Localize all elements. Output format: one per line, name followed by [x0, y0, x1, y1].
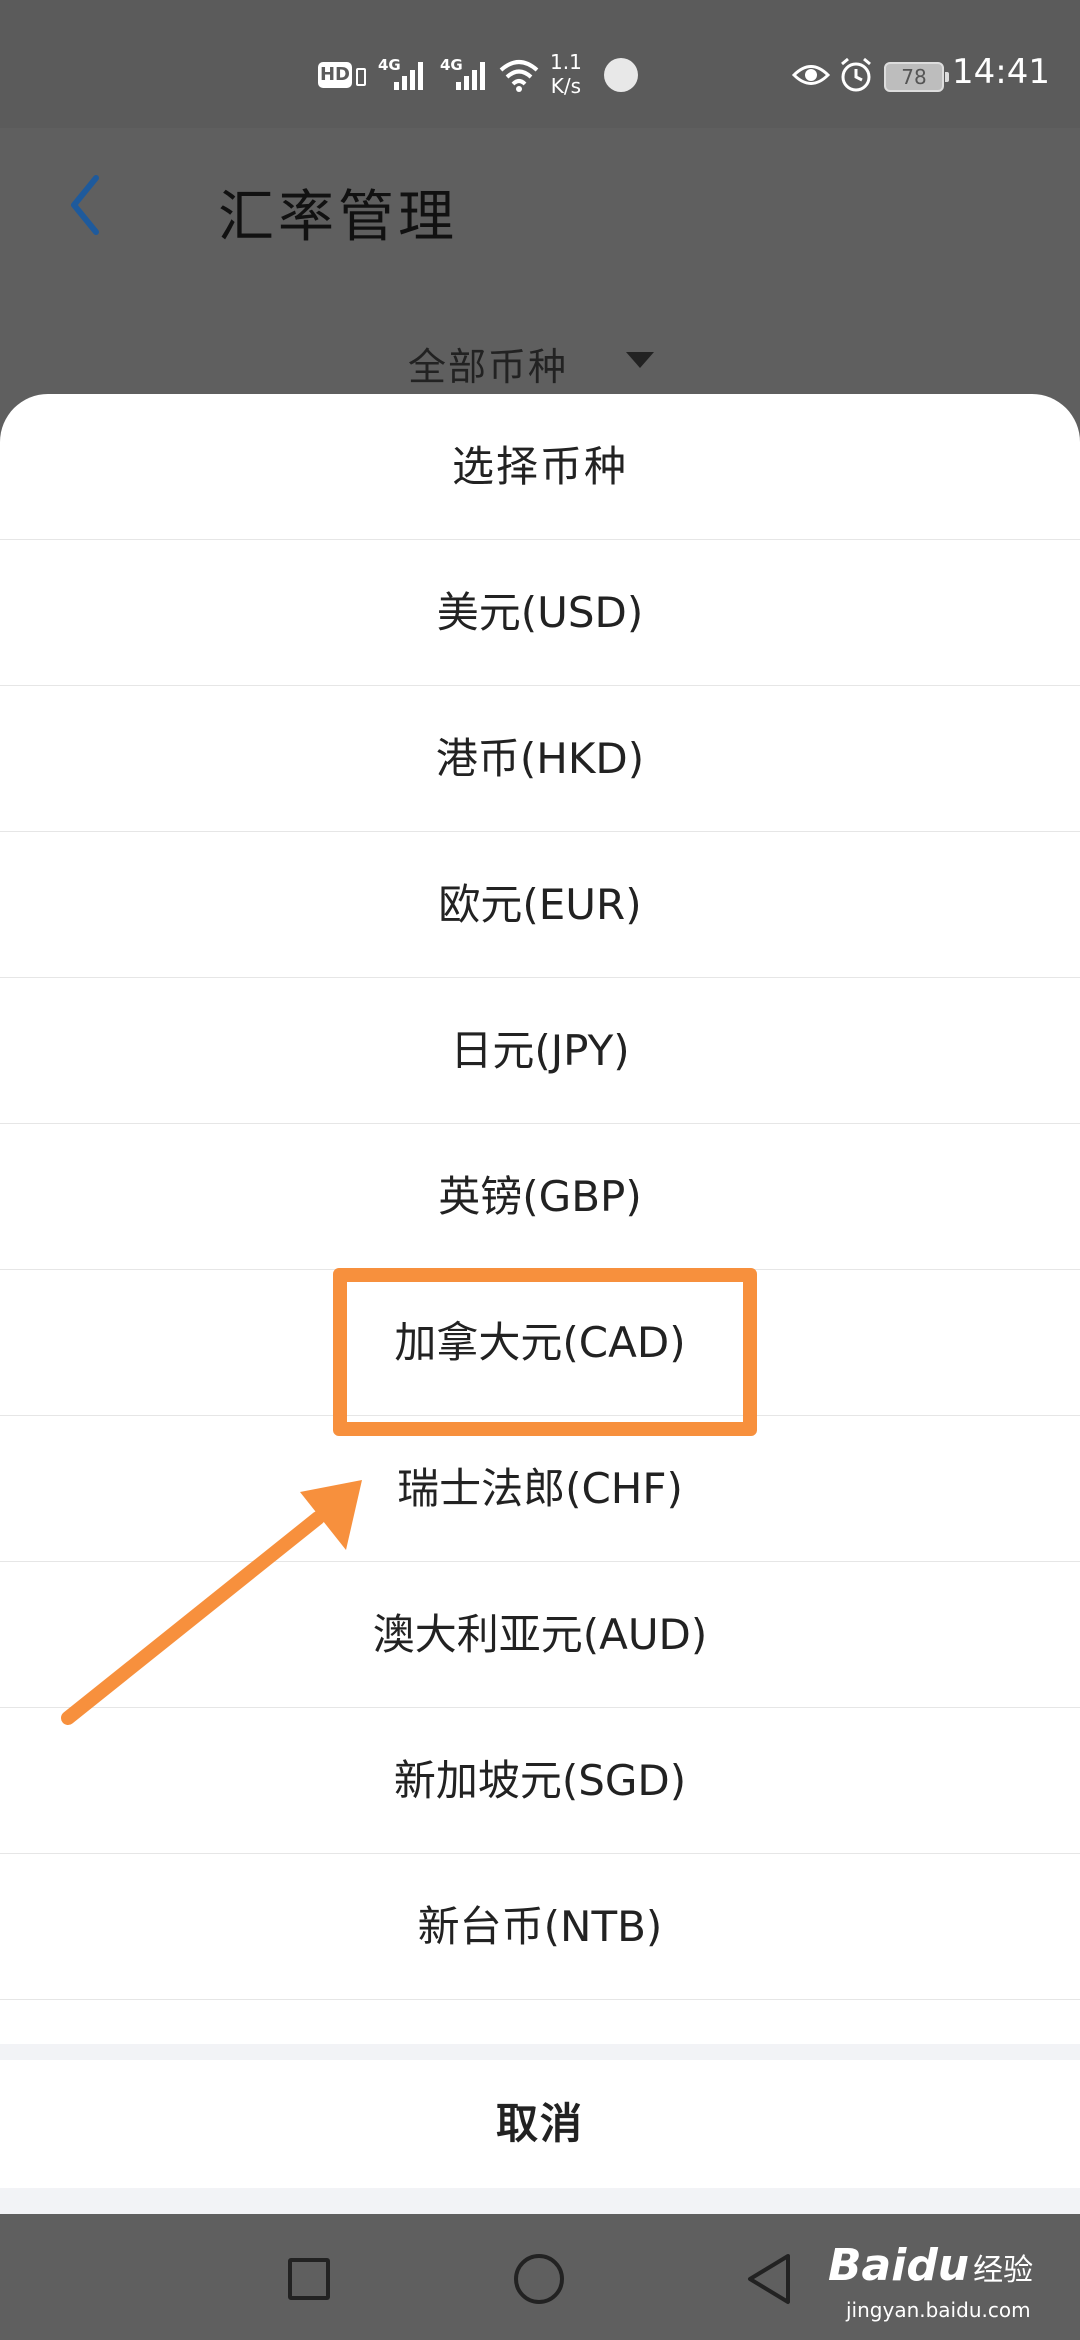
- assistant-icon: [604, 58, 638, 92]
- clock: 14:41: [952, 52, 1050, 92]
- watermark-logo: Bai: [828, 2240, 907, 2291]
- recent-apps-icon[interactable]: [288, 2258, 330, 2300]
- sheet-bottom-strip: [0, 2188, 1080, 2214]
- signal-icon-1: [394, 62, 423, 90]
- currency-option-gbp[interactable]: 英镑(GBP): [0, 1124, 1080, 1270]
- caret-down-icon: [626, 352, 654, 368]
- sim-icon: [356, 68, 366, 86]
- back-arrow-icon[interactable]: [62, 170, 112, 240]
- page-title: 汇率管理: [218, 185, 458, 250]
- currency-option-hkd[interactable]: 港币(HKD): [0, 686, 1080, 832]
- system-nav-bar: Baidu 经验 jingyan.baidu.com: [0, 2214, 1080, 2340]
- home-icon[interactable]: [514, 2254, 564, 2304]
- cancel-button[interactable]: 取消: [0, 2060, 1080, 2188]
- hd-voice-badge: HD: [318, 62, 352, 88]
- currency-option-jpy[interactable]: 日元(JPY): [0, 978, 1080, 1124]
- signal-icon-2: [456, 62, 485, 90]
- eye-comfort-icon: [792, 65, 830, 85]
- nav-back-icon[interactable]: [744, 2252, 794, 2306]
- watermark-url: jingyan.baidu.com: [846, 2298, 1031, 2322]
- baidu-jingyan-watermark: Baidu 经验 jingyan.baidu.com: [828, 2240, 1034, 2322]
- sheet-title: 选择币种: [0, 394, 1080, 540]
- status-bar: HD 4G 4G 1.1 K/s 78 14:41: [0, 0, 1080, 128]
- wifi-icon: [499, 60, 539, 92]
- watermark-cn: 经验: [973, 2253, 1034, 2288]
- battery-icon: 78: [884, 62, 949, 92]
- pointer-arrow-annotation: [61, 1480, 362, 1725]
- currency-filter-dropdown[interactable]: 全部币种: [408, 336, 568, 391]
- network-speed-value: 1.1: [550, 50, 582, 74]
- sheet-divider-gap: [0, 2044, 1080, 2060]
- alarm-icon: [841, 57, 871, 92]
- currency-option-eur[interactable]: 欧元(EUR): [0, 832, 1080, 978]
- network-speed: 1.1 K/s: [550, 50, 582, 98]
- currency-option-usd[interactable]: 美元(USD): [0, 540, 1080, 686]
- network-speed-unit: K/s: [550, 74, 582, 98]
- currency-option-ntb[interactable]: 新台币(NTB): [0, 1854, 1080, 2000]
- watermark-logo-du: du: [906, 2240, 970, 2291]
